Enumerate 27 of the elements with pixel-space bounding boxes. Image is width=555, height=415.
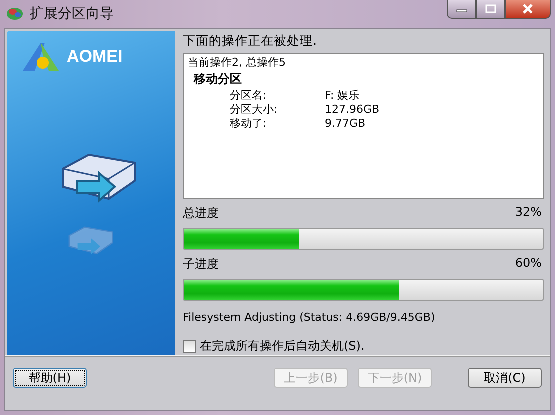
minimize-button[interactable] <box>447 0 476 19</box>
window-title: 扩展分区向导 <box>30 5 114 23</box>
field-value: 127.96GB <box>325 103 380 117</box>
progress-label: 总进度 <box>183 205 219 222</box>
field-value: 9.77GB <box>325 117 366 131</box>
progress-label: 子进度 <box>183 256 219 273</box>
logo-icon <box>21 41 61 73</box>
app-icon <box>6 6 24 22</box>
status-text: Filesystem Adjusting (Status: 4.69GB/9.45GB) <box>183 311 436 324</box>
progress-percent: 60% <box>515 256 542 272</box>
maximize-icon <box>484 4 496 14</box>
operation-title: 移动分区 <box>194 71 243 88</box>
field-label: 分区大小: <box>230 103 279 117</box>
maximize-button[interactable] <box>476 0 505 19</box>
close-icon <box>522 4 534 14</box>
field-label: 分区名: <box>230 89 268 103</box>
close-button[interactable] <box>505 0 551 19</box>
dialog-button[interactable]: 取消(C) <box>468 368 542 388</box>
shutdown-checkbox[interactable] <box>183 340 196 353</box>
heading-text: 下面的操作正在被处理. <box>183 33 318 50</box>
field-label: 移动了: <box>230 117 268 131</box>
checkbox-label: 在完成所有操作后自动关机(S). <box>200 338 365 355</box>
progress-percent: 32% <box>515 205 542 221</box>
logo-text: AOMEI <box>67 47 123 67</box>
dialog-button[interactable]: 帮助(H) <box>13 368 87 388</box>
operation-summary: 当前操作2, 总操作5 <box>188 56 287 70</box>
field-value: F: 娱乐 <box>325 89 360 103</box>
